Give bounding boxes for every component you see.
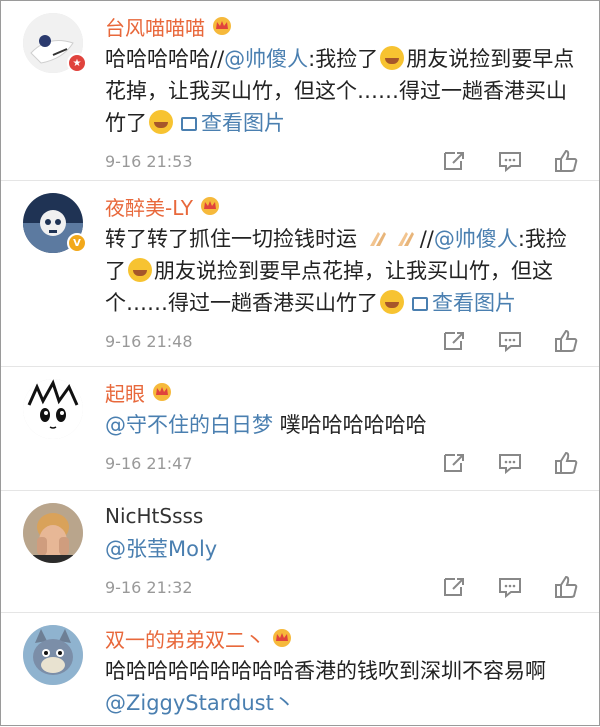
username[interactable]: NicHtSsss xyxy=(105,504,203,528)
username[interactable]: 起眼 xyxy=(105,378,145,407)
mention-link[interactable]: @张莹Moly xyxy=(105,537,217,561)
avatar[interactable] xyxy=(23,379,83,439)
view-image-link[interactable]: 查看图片 xyxy=(432,291,516,315)
vip-crown-icon xyxy=(153,383,171,401)
verified-badge-icon: V xyxy=(67,233,87,253)
comment-item: 双一的弟弟双二丶 哈哈哈哈哈哈哈哈哈香港的钱吹到深圳不容易啊 @ZiggyStar… xyxy=(1,613,599,727)
comment-item: ★ 台风喵喵喵 哈哈哈哈哈//@帅傻人:我捡了 朋友说捡到要早点花掉，让我买山竹，… xyxy=(1,1,599,181)
comment-text: @张莹Moly xyxy=(105,533,599,565)
vip-crown-icon xyxy=(213,17,231,35)
picture-icon xyxy=(181,117,197,131)
comment-item: 起眼 @守不住的白日梦 噗哈哈哈哈哈哈 9-16 21:47 xyxy=(1,367,599,491)
mention-link[interactable]: @帅傻人 xyxy=(224,47,308,71)
pray-hands-emoji-icon xyxy=(369,232,386,246)
comment-item: NicHtSsss @张莹Moly 9-16 21:32 xyxy=(1,491,599,613)
share-icon[interactable] xyxy=(441,451,467,475)
vip-crown-icon xyxy=(273,629,291,647)
comment-text: 哈哈哈哈哈哈哈哈哈香港的钱吹到深圳不容易啊 @ZiggyStardust丶 xyxy=(105,659,546,715)
username[interactable]: 双一的弟弟双二丶 xyxy=(105,624,265,653)
timestamp: 9-16 21:32 xyxy=(105,577,193,597)
picture-icon xyxy=(412,297,428,311)
avatar[interactable] xyxy=(23,625,83,685)
thumbs-up-icon[interactable] xyxy=(553,149,579,173)
timestamp: 9-16 21:53 xyxy=(105,151,193,171)
thumbs-up-icon[interactable] xyxy=(553,329,579,353)
avatar[interactable] xyxy=(23,503,83,563)
timestamp: 9-16 21:48 xyxy=(105,331,193,351)
laugh-cry-emoji-icon xyxy=(380,290,404,314)
username[interactable]: 台风喵喵喵 xyxy=(105,12,205,41)
mention-link[interactable]: @ZiggyStardust丶 xyxy=(105,691,295,715)
mention-link[interactable]: @帅傻人 xyxy=(434,227,518,251)
thumbs-up-icon[interactable] xyxy=(553,451,579,475)
laugh-cry-emoji-icon xyxy=(380,46,405,70)
mention-link[interactable]: @守不住的白日梦 xyxy=(105,413,273,437)
comment-text: 转了转了抓住一切捡钱时运 //@帅傻人:我捡了 朋友说捡到要早点花掉，让我买山竹，… xyxy=(105,227,567,315)
comment-icon[interactable] xyxy=(497,451,523,475)
laugh-cry-emoji-icon xyxy=(149,110,173,134)
pray-hands-emoji-icon xyxy=(397,232,414,246)
share-icon[interactable] xyxy=(441,149,467,173)
username[interactable]: 夜醉美-LY xyxy=(105,192,193,221)
laugh-cry-emoji-icon xyxy=(128,258,152,282)
thumbs-up-icon[interactable] xyxy=(553,575,579,599)
comment-item: V 夜醉美-LY 转了转了抓住一切捡钱时运 //@帅傻人:我捡了 朋友说捡到要早点… xyxy=(1,181,599,367)
vip-crown-icon xyxy=(200,197,219,215)
comment-text: @守不住的白日梦 噗哈哈哈哈哈哈 xyxy=(105,413,427,437)
timestamp: 9-16 21:47 xyxy=(105,453,193,473)
share-icon[interactable] xyxy=(441,329,467,353)
view-image-link[interactable]: 查看图片 xyxy=(201,111,285,135)
comment-list: ★ 台风喵喵喵 哈哈哈哈哈//@帅傻人:我捡了 朋友说捡到要早点花掉，让我买山竹，… xyxy=(1,1,599,727)
verified-badge-icon: ★ xyxy=(67,53,87,73)
comment-icon[interactable] xyxy=(497,329,523,353)
comment-text: 哈哈哈哈哈//@帅傻人:我捡了 朋友说捡到要早点花掉，让我买山竹，但这个……得过一… xyxy=(105,46,575,135)
comment-icon[interactable] xyxy=(497,149,523,173)
comment-icon[interactable] xyxy=(497,575,523,599)
share-icon[interactable] xyxy=(441,575,467,599)
